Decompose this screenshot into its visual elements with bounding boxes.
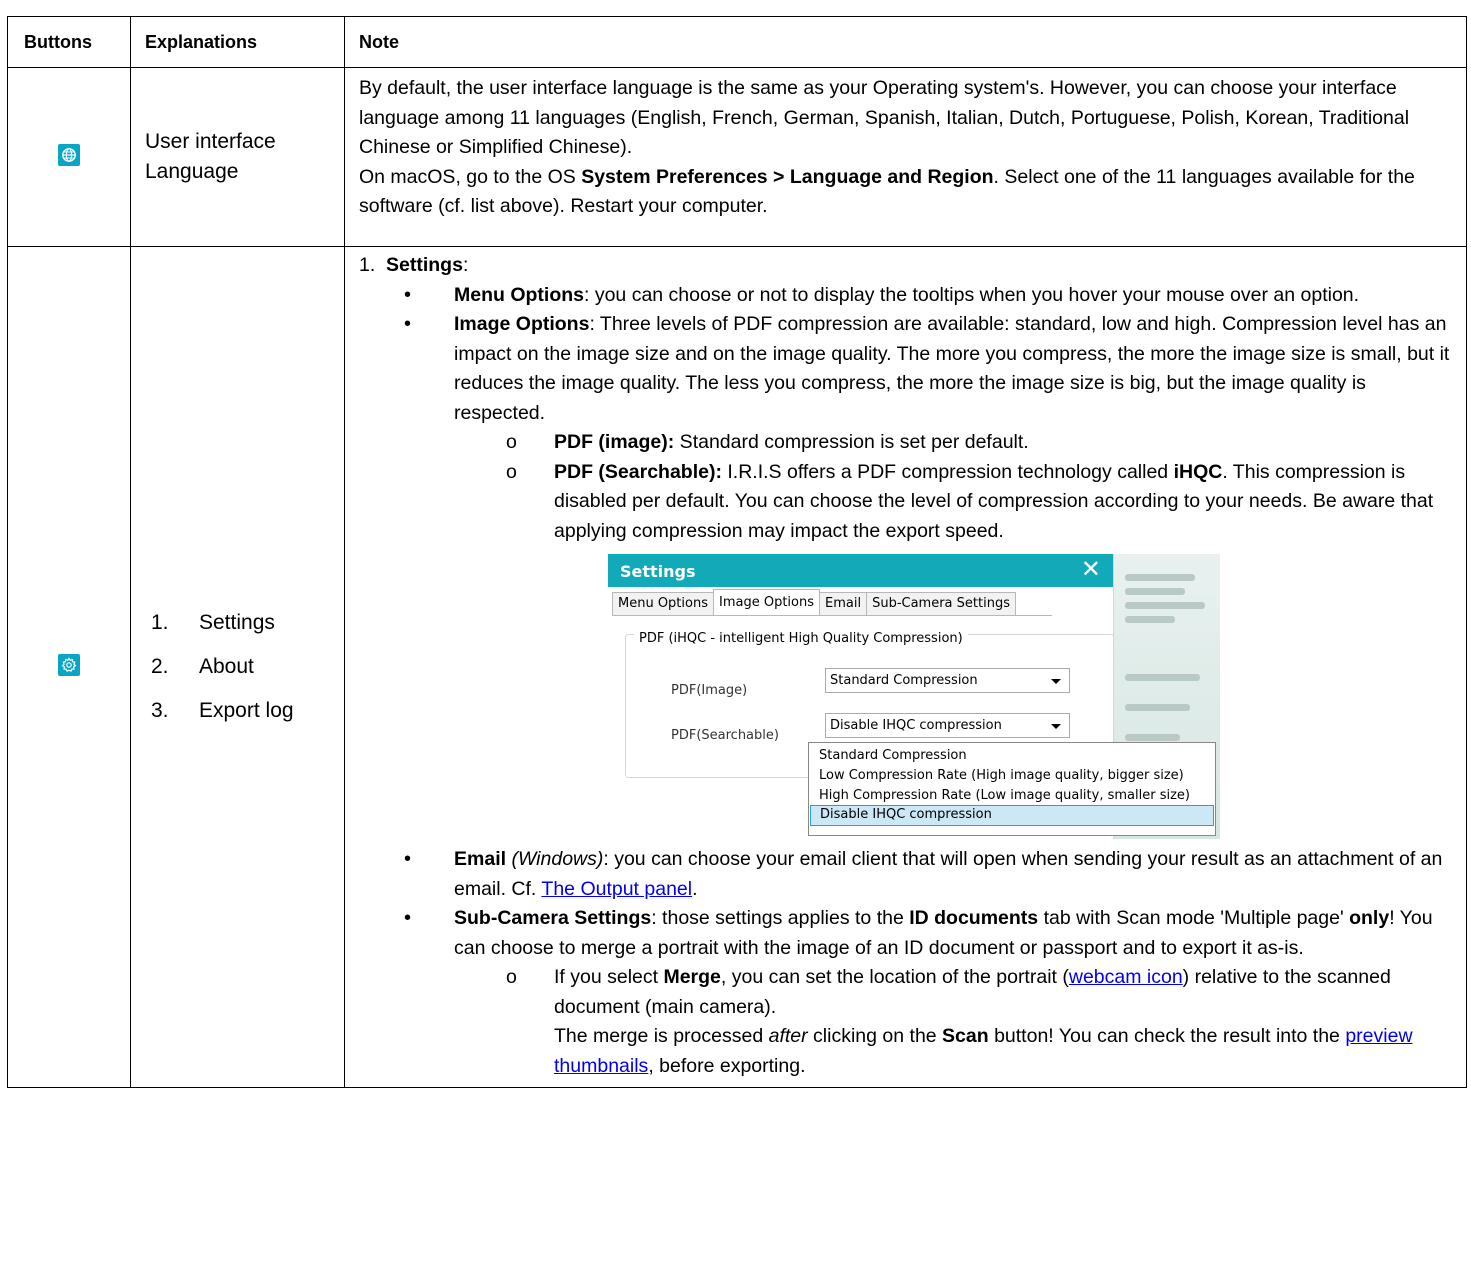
list-item-image-options: Image Options: Three levels of PDF compr… (404, 310, 1452, 546)
tab-menu-options[interactable]: Menu Options (612, 592, 714, 615)
chevron-down-icon (1051, 679, 1061, 684)
dropdown-option[interactable]: High Compression Rate (Low image quality… (809, 785, 1215, 805)
settings-explanation-list: 1. Settings 2. About 3. Export log (151, 601, 330, 733)
output-panel-link[interactable]: The Output panel (541, 878, 692, 900)
image-options-sublist: PDF (image): Standard compression is set… (454, 428, 1452, 546)
window-title: Settings ✕ (608, 554, 1113, 587)
list-item-merge: If you select Merge, you can set the loc… (506, 963, 1452, 1081)
language-note: By default, the user interface language … (344, 67, 1467, 247)
dropdown-option[interactable]: Standard Compression (809, 745, 1215, 765)
list-item: 1. Settings (151, 611, 275, 634)
tab-image-options[interactable]: Image Options (712, 589, 820, 615)
settings-note: 1.Settings: Menu Options: you can choose… (344, 246, 1467, 1088)
tab-email[interactable]: Email (819, 592, 868, 615)
pdf-searchable-label: PDF(Searchable) (671, 728, 779, 743)
settings-bullets: Menu Options: you can choose or not to d… (359, 281, 1452, 547)
header-buttons: Buttons (7, 16, 131, 68)
settings-bullets-2: Email (Windows): you can choose your ema… (359, 845, 1452, 1081)
settings-heading: 1. Settings: (359, 254, 469, 276)
language-note-p1: By default, the user interface language … (359, 77, 1410, 158)
list-item: 3. Export log (151, 699, 294, 722)
header-explanations: Explanations (130, 16, 345, 68)
table-row-language: User interface Language By default, the … (7, 67, 1467, 247)
header-note: Note (344, 16, 1467, 68)
language-explanation: User interface Language (130, 67, 345, 247)
gear-icon[interactable] (58, 653, 80, 676)
chevron-down-icon (1051, 724, 1061, 729)
list-item-email: Email (Windows): you can choose your ema… (404, 845, 1452, 904)
webcam-icon-link[interactable]: webcam icon (1069, 966, 1183, 988)
pdf-image-select[interactable]: Standard Compression (825, 668, 1070, 693)
close-icon[interactable]: ✕ (1081, 554, 1101, 584)
settings-explanation: 1. Settings 2. About 3. Export log (130, 246, 345, 1088)
settings-button-cell (7, 246, 131, 1088)
pdf-image-label: PDF(Image) (671, 683, 748, 698)
compression-dropdown: Standard Compression Low Compression Rat… (808, 742, 1216, 836)
globe-icon[interactable] (58, 143, 80, 166)
language-button-cell (7, 67, 131, 247)
list-item-pdf-image: PDF (image): Standard compression is set… (506, 428, 1452, 458)
group-label: PDF (iHQC - intelligent High Quality Com… (634, 624, 968, 654)
help-table: Buttons Explanations Note User interface… (7, 16, 1467, 1088)
dropdown-option-selected[interactable]: Disable IHQC compression (810, 805, 1214, 826)
sub-camera-sublist: If you select Merge, you can set the loc… (454, 963, 1452, 1081)
list-item-sub-camera: Sub-Camera Settings: those settings appl… (404, 904, 1452, 1081)
list-item-menu-options: Menu Options: you can choose or not to d… (404, 281, 1452, 311)
list-item-pdf-searchable: PDF (Searchable): I.R.I.S offers a PDF c… (506, 458, 1452, 547)
settings-screenshot: Settings ✕ Menu Options Image Options Ema… (608, 554, 1220, 839)
dropdown-option[interactable]: Low Compression Rate (High image quality… (809, 765, 1215, 785)
pdf-searchable-select[interactable]: Disable IHQC compression (825, 713, 1070, 738)
list-item: 2. About (151, 655, 254, 678)
tab-bar: Menu Options Image Options Email Sub-Cam… (612, 589, 1052, 616)
header-row: Buttons Explanations Note (7, 16, 1467, 68)
language-note-p2: On macOS, go to the OS System Preference… (359, 165, 1415, 218)
tab-sub-camera-settings[interactable]: Sub-Camera Settings (866, 592, 1016, 615)
table-row-settings: 1. Settings 2. About 3. Export log 1. Settin… (7, 246, 1467, 1088)
